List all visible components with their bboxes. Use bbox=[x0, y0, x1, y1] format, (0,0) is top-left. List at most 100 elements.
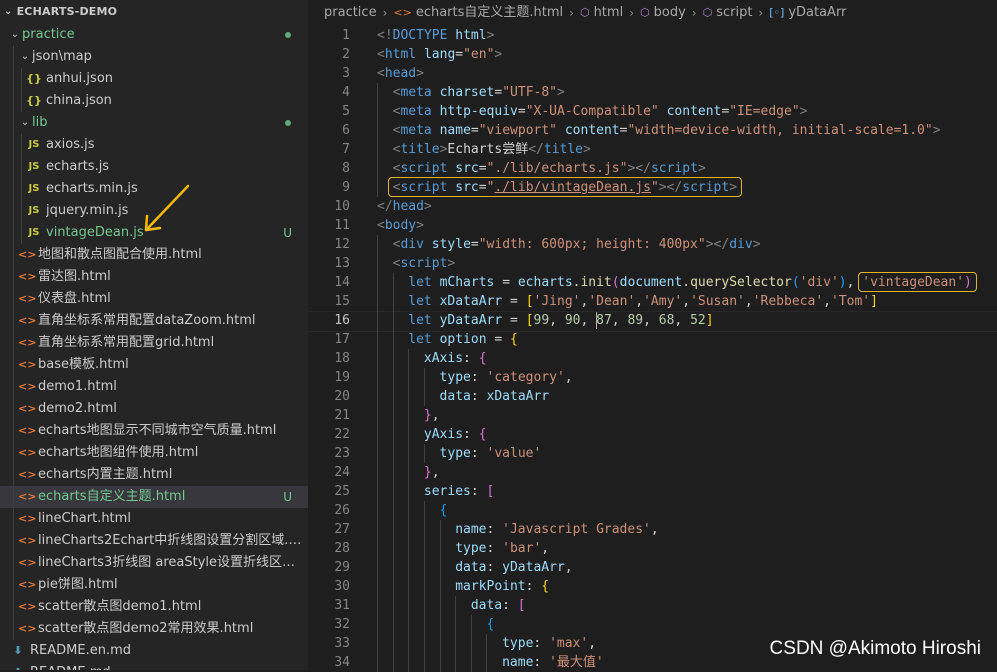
file-item[interactable]: <> echarts自定义主题.html U bbox=[0, 486, 308, 508]
file-item[interactable]: JS jquery.min.js bbox=[0, 200, 308, 222]
code-token: lang bbox=[423, 47, 456, 62]
explorer-root-folder[interactable]: ⌄ ECHARTS-DEMO bbox=[0, 0, 308, 24]
indent-guide bbox=[392, 292, 394, 311]
code-line[interactable]: 13 <script> bbox=[308, 254, 997, 273]
code-line[interactable]: 4 <meta charset="UTF-8"> bbox=[308, 83, 997, 102]
code-token: , bbox=[682, 294, 691, 309]
code-line[interactable]: 21}, bbox=[308, 406, 997, 425]
code-line[interactable]: 25 series: [ bbox=[308, 482, 997, 501]
code-token: "en" bbox=[463, 47, 495, 62]
code-line[interactable]: 30 markPoint: { bbox=[308, 577, 997, 596]
file-item[interactable]: JS echarts.min.js bbox=[0, 178, 308, 200]
code-line[interactable]: 31 data: [ bbox=[308, 596, 997, 615]
folder-item[interactable]: ⌄ json\map bbox=[0, 46, 308, 68]
indent-guide bbox=[408, 444, 410, 463]
chevron-down-icon: ⌄ bbox=[20, 51, 30, 62]
code-line[interactable]: 5 <meta http-equiv="X-UA-Compatible" cont… bbox=[308, 102, 997, 121]
code-token: ] bbox=[705, 313, 714, 328]
code-text: <div style="width: 600px; height: 400px"… bbox=[393, 235, 761, 254]
breadcrumb-item[interactable]: yDataArr bbox=[788, 0, 846, 26]
code-line[interactable]: 3 <head> bbox=[308, 64, 997, 83]
file-item[interactable]: <> 地图和散点图配合使用.html bbox=[0, 244, 308, 266]
code-line[interactable]: 10 </head> bbox=[308, 197, 997, 216]
breadcrumb-item[interactable]: body bbox=[654, 0, 686, 26]
file-item[interactable]: JS vintageDean.js U bbox=[0, 222, 308, 244]
file-item[interactable]: <> scatter散点图demo1.html bbox=[0, 596, 308, 618]
code-line[interactable]: 1 <!DOCTYPE html> bbox=[308, 26, 997, 45]
file-item[interactable]: ⬇ README.md bbox=[0, 662, 308, 670]
indent-guide bbox=[408, 463, 410, 482]
indent-guide bbox=[423, 387, 425, 406]
line-number: 15 bbox=[334, 294, 350, 309]
file-item[interactable]: <> 雷达图.html bbox=[0, 266, 308, 288]
code-line[interactable]: 15 let xDataArr = ['Jing','Dean','Amy','S… bbox=[308, 292, 997, 311]
html-file-icon: <> bbox=[18, 270, 37, 283]
file-item[interactable]: {} china.json bbox=[0, 90, 308, 112]
file-item[interactable]: ⬇ README.en.md bbox=[0, 640, 308, 662]
file-item[interactable]: <> 直角坐标系常用配置grid.html bbox=[0, 332, 308, 354]
file-item[interactable]: <> 仪表盘.html bbox=[0, 288, 308, 310]
tree-item-label: jquery.min.js bbox=[46, 203, 129, 218]
file-item[interactable]: JS echarts.js bbox=[0, 156, 308, 178]
file-item[interactable]: <> echarts内置主题.html bbox=[0, 464, 308, 486]
file-item[interactable]: <> echarts地图组件使用.html bbox=[0, 442, 308, 464]
file-item[interactable]: {} anhui.json bbox=[0, 68, 308, 90]
file-item[interactable]: <> lineCharts3折线图 areaStyle设置折线区域填充... bbox=[0, 552, 308, 574]
code-line[interactable]: 11 <body> bbox=[308, 216, 997, 235]
code-line[interactable]: 7 <title>Echarts尝鲜</title> bbox=[308, 140, 997, 159]
code-line[interactable]: 2 <html lang="en"> bbox=[308, 45, 997, 64]
code-token: { bbox=[541, 579, 550, 594]
folder-item[interactable]: ⌄ lib bbox=[0, 112, 308, 134]
code-token: "./lib/echarts.js" bbox=[486, 161, 628, 176]
code-line[interactable]: 14 let mCharts = echarts.init(document.qu… bbox=[308, 273, 997, 292]
code-line[interactable]: 19 type: 'category', bbox=[308, 368, 997, 387]
code-line[interactable]: 29 data: yDataArr, bbox=[308, 558, 997, 577]
file-item[interactable]: <> demo1.html bbox=[0, 376, 308, 398]
code-text: name: '最大值' bbox=[502, 653, 604, 672]
indent-guide bbox=[408, 387, 410, 406]
indent-guide bbox=[408, 520, 410, 539]
breadcrumb-item[interactable]: html bbox=[594, 0, 624, 26]
line-number: 32 bbox=[334, 617, 350, 632]
file-item[interactable]: JS axios.js bbox=[0, 134, 308, 156]
file-item[interactable]: <> pie饼图.html bbox=[0, 574, 308, 596]
breadcrumb-item[interactable]: practice bbox=[324, 0, 377, 26]
code-line[interactable]: 8 <script src="./lib/echarts.js"></script… bbox=[308, 159, 997, 178]
indent-guide bbox=[455, 634, 457, 653]
code-line[interactable]: 22 yAxis: { bbox=[308, 425, 997, 444]
indent-guide bbox=[392, 406, 394, 425]
code-line[interactable]: 12 <div style="width: 600px; height: 400p… bbox=[308, 235, 997, 254]
code-token: : bbox=[463, 351, 479, 366]
code-line[interactable]: 16 let yDataArr = [99, 90, 87, 89, 68, 52… bbox=[308, 311, 997, 330]
file-item[interactable]: <> scatter散点图demo2常用效果.html bbox=[0, 618, 308, 640]
code-editor[interactable]: practice › <> echarts自定义主题.html › ⬡ html › ⬡ body… bbox=[308, 0, 997, 672]
file-item[interactable]: <> demo2.html bbox=[0, 398, 308, 420]
indent-guide bbox=[470, 634, 472, 653]
code-line[interactable]: 24}, bbox=[308, 463, 997, 482]
file-item[interactable]: <> echarts地图显示不同城市空气质量.html bbox=[0, 420, 308, 442]
code-line[interactable]: 28 type: 'bar', bbox=[308, 539, 997, 558]
tree-item-label: axios.js bbox=[46, 137, 95, 152]
code-area[interactable]: 1 <!DOCTYPE html> 2 <html lang="en"> 3 <head>… bbox=[308, 24, 997, 672]
code-line[interactable]: 26 { bbox=[308, 501, 997, 520]
breadcrumb-item[interactable]: echarts自定义主题.html bbox=[416, 0, 563, 26]
code-line[interactable]: 6 <meta name="viewport" content="width=de… bbox=[308, 121, 997, 140]
code-line[interactable]: 32 { bbox=[308, 615, 997, 634]
file-item[interactable]: <> lineCharts2Echart中折线图设置分割区域.html bbox=[0, 530, 308, 552]
code-line[interactable]: 23 type: 'value' bbox=[308, 444, 997, 463]
line-number: 7 bbox=[342, 142, 350, 157]
folder-item[interactable]: ⌄ practice bbox=[0, 24, 308, 46]
file-item[interactable]: <> lineChart.html bbox=[0, 508, 308, 530]
breadcrumb-item[interactable]: script bbox=[716, 0, 752, 26]
code-line[interactable]: 27 name: 'Javascript Grades', bbox=[308, 520, 997, 539]
code-line[interactable]: 18 xAxis: { bbox=[308, 349, 997, 368]
file-item[interactable]: <> 直角坐标系常用配置dataZoom.html bbox=[0, 310, 308, 332]
code-token: : bbox=[533, 655, 550, 670]
file-item[interactable]: <> base模板.html bbox=[0, 354, 308, 376]
code-line[interactable]: 9 <script src="./lib/vintageDean.js"></sc… bbox=[308, 178, 997, 197]
code-line[interactable]: 20 data: xDataArr bbox=[308, 387, 997, 406]
code-line[interactable]: 17 let option = { bbox=[308, 330, 997, 349]
code-token: = bbox=[455, 47, 464, 62]
code-token: yAxis bbox=[423, 427, 464, 442]
